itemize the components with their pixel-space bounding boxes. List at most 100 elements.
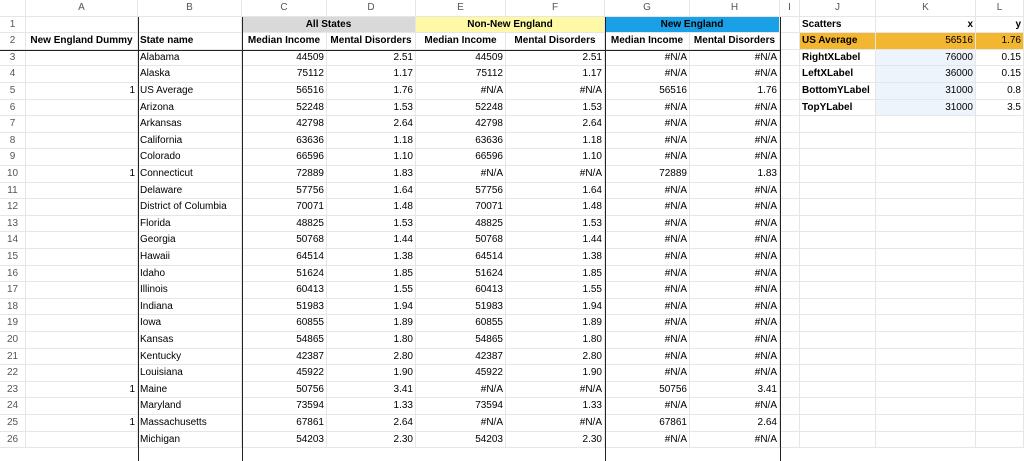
- scatter-x[interactable]: 56516: [876, 33, 976, 50]
- cell-median-income[interactable]: #N/A: [605, 199, 690, 216]
- cell-empty[interactable]: [800, 116, 876, 133]
- cell-median-income[interactable]: 66596: [416, 149, 506, 166]
- cell-mental-disorders[interactable]: 1.64: [327, 182, 416, 200]
- cell-median-income[interactable]: #N/A: [605, 116, 690, 133]
- row-number[interactable]: 9: [0, 149, 26, 166]
- row-number[interactable]: 20: [0, 332, 26, 349]
- cell-median-income[interactable]: #N/A: [605, 66, 690, 83]
- cell-mental-disorders[interactable]: #N/A: [690, 265, 780, 283]
- cell-mental-disorders[interactable]: 1.89: [506, 315, 605, 332]
- cell-i1[interactable]: [780, 16, 800, 34]
- cell-mental-disorders[interactable]: #N/A: [690, 398, 780, 415]
- cell-median-income[interactable]: 51983: [242, 298, 327, 316]
- scatter-x[interactable]: 31000: [876, 83, 976, 100]
- cell-mental-disorders[interactable]: #N/A: [690, 132, 780, 150]
- cell-mental-disorders[interactable]: 2.64: [690, 415, 780, 432]
- cell-empty[interactable]: [876, 232, 976, 249]
- cell-mental-disorders[interactable]: 1.44: [327, 232, 416, 249]
- cell-empty[interactable]: [780, 282, 800, 299]
- row-number[interactable]: 19: [0, 315, 26, 332]
- cell-empty[interactable]: [876, 298, 976, 316]
- cell-mental-disorders[interactable]: 1.76: [690, 83, 780, 100]
- cell-empty[interactable]: [976, 398, 1024, 415]
- cell-empty[interactable]: [876, 199, 976, 216]
- cell-median-income[interactable]: 51983: [416, 298, 506, 316]
- scatter-y[interactable]: 3.5: [976, 99, 1024, 117]
- row-number[interactable]: 8: [0, 132, 26, 150]
- cell-empty[interactable]: [976, 282, 1024, 299]
- cell-median-income[interactable]: 66596: [242, 149, 327, 166]
- scatter-x[interactable]: 31000: [876, 99, 976, 117]
- cell-median-income[interactable]: #N/A: [605, 298, 690, 316]
- cell-empty[interactable]: [976, 249, 1024, 266]
- cell-median-income[interactable]: #N/A: [416, 83, 506, 100]
- cell-mental-disorders[interactable]: #N/A: [690, 315, 780, 332]
- cell-median-income[interactable]: #N/A: [605, 348, 690, 366]
- cell-empty[interactable]: [780, 415, 800, 432]
- row-number[interactable]: 4: [0, 66, 26, 83]
- column-header-f[interactable]: F: [506, 0, 605, 17]
- cell-median-income[interactable]: #N/A: [605, 182, 690, 200]
- cell-mental-disorders[interactable]: 1.90: [327, 365, 416, 382]
- cell-mental-disorders[interactable]: #N/A: [690, 149, 780, 166]
- cell-empty[interactable]: [780, 132, 800, 150]
- cell-empty[interactable]: [976, 199, 1024, 216]
- cell-mental-disorders[interactable]: 1.83: [690, 166, 780, 183]
- cell-mental-disorders[interactable]: 1.85: [506, 265, 605, 283]
- row-number[interactable]: 1: [0, 16, 26, 34]
- cell-empty[interactable]: [780, 381, 800, 399]
- cell-state-name[interactable]: Kansas: [138, 332, 242, 349]
- cell-median-income[interactable]: 54203: [416, 431, 506, 449]
- cell-empty[interactable]: [876, 132, 976, 150]
- cell-median-income[interactable]: 72889: [242, 166, 327, 183]
- cell-state-name[interactable]: Delaware: [138, 182, 242, 200]
- cell-empty[interactable]: [780, 215, 800, 233]
- cell-empty[interactable]: [876, 398, 976, 415]
- cell-state-name[interactable]: Massachusetts: [138, 415, 242, 432]
- scatter-y[interactable]: 0.15: [976, 66, 1024, 83]
- cell-empty[interactable]: [976, 315, 1024, 332]
- cell-empty[interactable]: [976, 132, 1024, 150]
- new-england-header[interactable]: New England: [605, 16, 780, 34]
- cell-median-income[interactable]: 63636: [416, 132, 506, 150]
- cell-dummy[interactable]: [26, 298, 138, 316]
- cell-median-income[interactable]: 63636: [242, 132, 327, 150]
- column-header-l[interactable]: L: [976, 0, 1024, 17]
- cell-median-income[interactable]: #N/A: [605, 132, 690, 150]
- all-states-header[interactable]: All States: [242, 16, 416, 34]
- header-mental-disorders[interactable]: Mental Disorders: [327, 33, 416, 50]
- cell-empty[interactable]: [876, 166, 976, 183]
- cell-mental-disorders[interactable]: #N/A: [506, 166, 605, 183]
- cell-empty[interactable]: [780, 166, 800, 183]
- cell-empty[interactable]: [976, 166, 1024, 183]
- cell-median-income[interactable]: 51624: [416, 265, 506, 283]
- cell-median-income[interactable]: #N/A: [605, 49, 690, 67]
- cell-empty[interactable]: [800, 431, 876, 449]
- cell-mental-disorders[interactable]: 1.44: [506, 232, 605, 249]
- cell-median-income[interactable]: #N/A: [605, 149, 690, 166]
- cell-dummy[interactable]: [26, 116, 138, 133]
- cell-state-name[interactable]: Iowa: [138, 315, 242, 332]
- cell-empty[interactable]: [800, 381, 876, 399]
- cell-empty[interactable]: [976, 415, 1024, 432]
- header-mental-disorders[interactable]: Mental Disorders: [506, 33, 605, 50]
- cell-dummy[interactable]: [26, 348, 138, 366]
- header-mental-disorders[interactable]: Mental Disorders: [690, 33, 780, 50]
- cell-median-income[interactable]: 50756: [605, 381, 690, 399]
- cell-median-income[interactable]: 72889: [605, 166, 690, 183]
- cell-median-income[interactable]: #N/A: [605, 431, 690, 449]
- cell-median-income[interactable]: 75112: [242, 66, 327, 83]
- cell-empty[interactable]: [800, 265, 876, 283]
- cell-median-income[interactable]: #N/A: [605, 332, 690, 349]
- cell-empty[interactable]: [800, 415, 876, 432]
- cell-median-income[interactable]: #N/A: [605, 99, 690, 117]
- cell-state-name[interactable]: Illinois: [138, 282, 242, 299]
- cell-mental-disorders[interactable]: 2.80: [506, 348, 605, 366]
- cell-empty[interactable]: [876, 249, 976, 266]
- cell-mental-disorders[interactable]: 2.51: [327, 49, 416, 67]
- scatter-x[interactable]: 36000: [876, 66, 976, 83]
- header-new-england-dummy[interactable]: New England Dummy: [26, 33, 138, 50]
- cell-median-income[interactable]: #N/A: [605, 265, 690, 283]
- cell-median-income[interactable]: 42387: [242, 348, 327, 366]
- row-number[interactable]: 21: [0, 348, 26, 366]
